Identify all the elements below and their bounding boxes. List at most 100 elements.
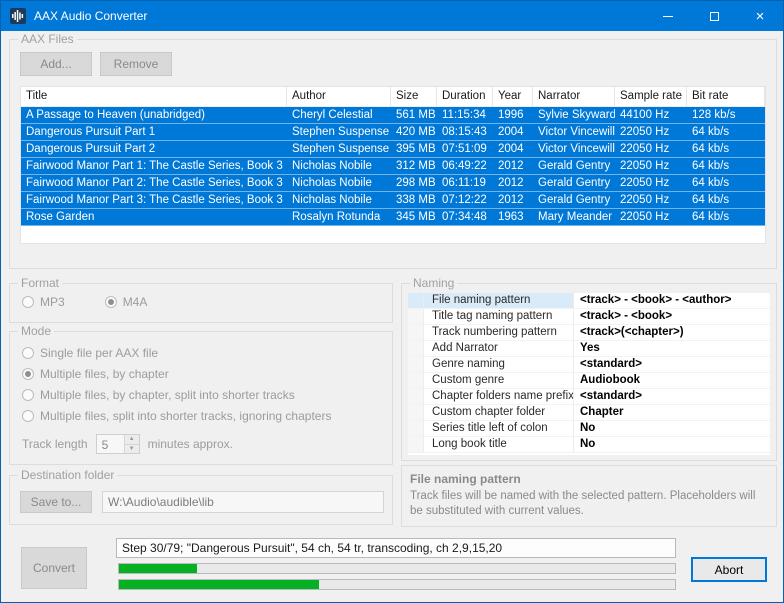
naming-row[interactable]: Title tag naming pattern <track> - <book> xyxy=(408,309,770,325)
naming-row[interactable]: File naming pattern <track> - <book> - <a… xyxy=(408,293,770,309)
spinner-buttons: ▲ ▼ xyxy=(123,435,139,453)
destination-path-field[interactable] xyxy=(102,491,384,513)
naming-row-label: Title tag naming pattern xyxy=(424,309,574,324)
column-header[interactable]: Duration xyxy=(437,87,493,106)
radio-label: Multiple files, split into shorter track… xyxy=(40,408,332,423)
convert-button[interactable]: Convert xyxy=(21,547,87,589)
naming-row-label: Genre naming xyxy=(424,357,574,372)
radio-circle-icon xyxy=(22,346,34,359)
table-cell: Gerald Gentry xyxy=(538,194,611,206)
naming-row-label: Custom chapter folder xyxy=(424,405,574,420)
table-cell: 2012 xyxy=(498,194,524,206)
save-to-button[interactable]: Save to... xyxy=(20,491,92,513)
column-header[interactable]: Author xyxy=(287,87,391,106)
naming-row-value[interactable]: <standard> xyxy=(574,357,770,372)
naming-row[interactable]: Chapter folders name prefix <standard> xyxy=(408,389,770,405)
naming-row-value[interactable]: <track> - <book> - <author> xyxy=(574,293,770,308)
table-row[interactable]: Rose Garden Rosalyn Rotunda 345 MB 07:34:48… xyxy=(21,209,765,226)
table-cell: 2004 xyxy=(498,126,524,138)
naming-row-value[interactable]: No xyxy=(574,421,770,436)
file-table-body: A Passage to Heaven (unabridged) Cheryl C… xyxy=(21,107,765,226)
radio-circle-icon xyxy=(22,367,34,380)
naming-group-label: Naming xyxy=(410,276,458,290)
table-cell: 07:12:22 xyxy=(442,194,487,206)
spinner-down-icon[interactable]: ▼ xyxy=(124,444,139,453)
track-length-row: Track length 5 ▲ ▼ minutes approx. xyxy=(22,434,233,454)
naming-row[interactable]: Add Narrator Yes xyxy=(408,341,770,357)
column-header[interactable]: Title xyxy=(21,87,287,106)
naming-row-label: Track numbering pattern xyxy=(424,325,574,340)
naming-row-value[interactable]: <track> - <book> xyxy=(574,309,770,324)
table-cell: 2012 xyxy=(498,160,524,172)
column-header[interactable]: Size xyxy=(391,87,437,106)
table-cell: Fairwood Manor Part 1: The Castle Series… xyxy=(26,160,283,172)
naming-row-gutter xyxy=(408,421,424,436)
naming-row-value[interactable]: No xyxy=(574,437,770,452)
radio-circle-icon xyxy=(22,409,34,422)
radio-mp3[interactable]: MP3 xyxy=(22,295,65,309)
naming-row-value[interactable]: Yes xyxy=(574,341,770,356)
remove-button[interactable]: Remove xyxy=(100,52,172,76)
table-cell: 64 kb/s xyxy=(692,211,730,223)
naming-row-label: File naming pattern xyxy=(424,293,574,308)
table-cell: 395 MB xyxy=(396,143,436,155)
naming-row[interactable]: Long book title No xyxy=(408,437,770,453)
table-row[interactable]: Dangerous Pursuit Part 1 Stephen Suspense… xyxy=(21,124,765,141)
column-header[interactable]: Narrator xyxy=(533,87,615,106)
radio-single-file-per-aax-file[interactable]: Single file per AAX file xyxy=(22,345,331,360)
maximize-button[interactable] xyxy=(691,1,737,31)
table-cell: 22050 Hz xyxy=(620,143,670,155)
naming-row[interactable]: Track numbering pattern <track>(<chapter>… xyxy=(408,325,770,341)
table-cell: 07:51:09 xyxy=(442,143,487,155)
radio-multiple-files-by-chapter-split-into-shorter-tracks[interactable]: Multiple files, by chapter, split into s… xyxy=(22,388,331,402)
table-row[interactable]: Fairwood Manor Part 2: The Castle Series… xyxy=(21,175,765,192)
naming-row[interactable]: Genre naming <standard> xyxy=(408,357,770,373)
table-cell: 128 kb/s xyxy=(692,109,736,121)
column-header[interactable]: Bit rate xyxy=(687,87,765,106)
spinner-up-icon[interactable]: ▲ xyxy=(124,435,139,445)
column-header[interactable]: Sample rate xyxy=(615,87,687,106)
naming-row[interactable]: Custom chapter folder Chapter xyxy=(408,405,770,421)
naming-row-value[interactable]: <track>(<chapter>) xyxy=(574,325,770,340)
naming-row[interactable]: Series title left of colon No xyxy=(408,421,770,437)
table-cell: Rosalyn Rotunda xyxy=(292,211,381,223)
naming-row-gutter xyxy=(408,405,424,420)
naming-row-value[interactable]: Audiobook xyxy=(574,373,770,388)
table-cell: 22050 Hz xyxy=(620,177,670,189)
table-cell: 298 MB xyxy=(396,177,436,189)
table-row[interactable]: Dangerous Pursuit Part 2 Stephen Suspense… xyxy=(21,141,765,158)
track-length-spinner[interactable]: 5 ▲ ▼ xyxy=(95,434,140,454)
naming-row-gutter xyxy=(408,389,424,404)
table-row[interactable]: Fairwood Manor Part 1: The Castle Series… xyxy=(21,158,765,175)
radio-label: Single file per AAX file xyxy=(40,345,159,360)
column-header[interactable]: Year xyxy=(493,87,533,106)
naming-row-gutter xyxy=(408,309,424,324)
progress-bar-secondary-fill xyxy=(119,580,320,589)
table-cell: 11:15:34 xyxy=(442,109,486,121)
radio-multiple-files-split-into-shorter-tracks-ignoring-chapters[interactable]: Multiple files, split into shorter track… xyxy=(22,408,332,423)
close-button[interactable]: × xyxy=(737,1,783,31)
table-cell: Nicholas Nobile xyxy=(292,177,372,189)
naming-row-value[interactable]: <standard> xyxy=(574,389,770,404)
table-cell: 22050 Hz xyxy=(620,194,670,206)
table-cell: 2004 xyxy=(498,143,524,155)
format-options: MP3 M4A xyxy=(22,295,147,309)
radio-m4a[interactable]: M4A xyxy=(104,295,147,309)
abort-button[interactable]: Abort xyxy=(691,557,767,582)
table-cell: Stephen Suspense xyxy=(292,126,390,138)
table-cell: 345 MB xyxy=(396,211,436,223)
minimize-button[interactable] xyxy=(645,1,691,31)
radio-multiple-files-by-chapter[interactable]: Multiple files, by chapter xyxy=(22,367,331,381)
table-row[interactable]: A Passage to Heaven (unabridged) Cheryl C… xyxy=(21,107,765,124)
titlebar[interactable]: AAX Audio Converter × xyxy=(1,1,783,31)
window-title: AAX Audio Converter xyxy=(34,9,148,23)
naming-row-value[interactable]: Chapter xyxy=(574,405,770,420)
table-row[interactable]: Fairwood Manor Part 3: The Castle Series… xyxy=(21,192,765,209)
track-length-value: 5 xyxy=(101,438,109,452)
table-cell: Dangerous Pursuit Part 1 xyxy=(26,126,156,138)
file-table-header: Title Author Size Duration Year Narrator Sampl… xyxy=(21,87,765,107)
naming-grid: File naming pattern <track> - <book> - <a… xyxy=(408,293,770,455)
naming-row[interactable]: Custom genre Audiobook xyxy=(408,373,770,389)
table-cell: 06:11:19 xyxy=(442,177,486,189)
add-button[interactable]: Add... xyxy=(20,52,92,76)
